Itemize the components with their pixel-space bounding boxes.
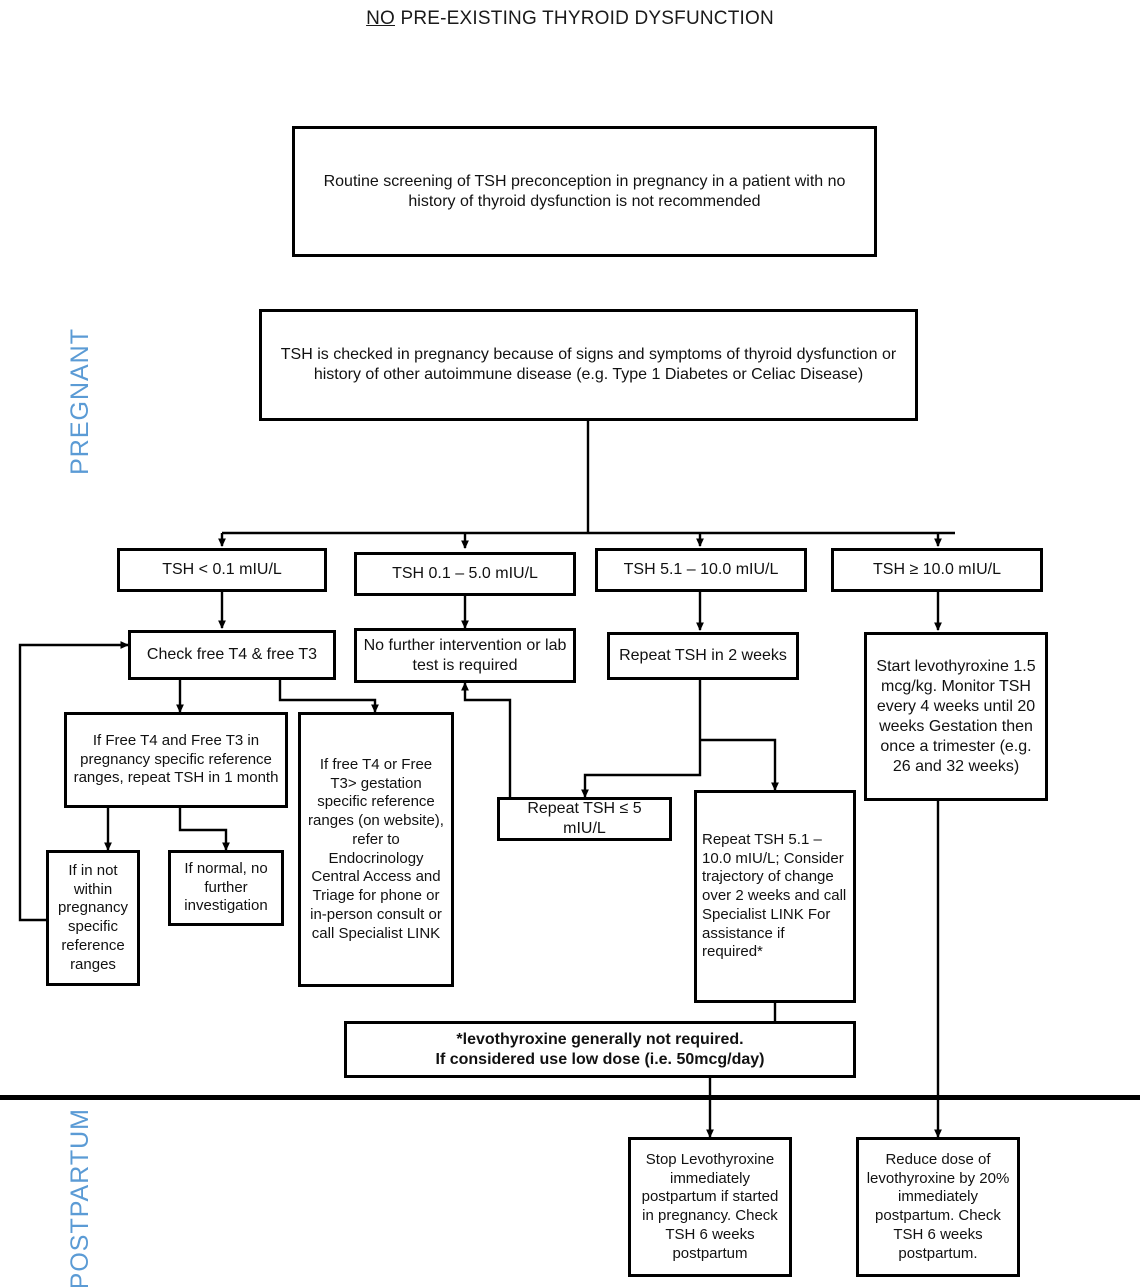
node-tsh-checked: TSH is checked in pregnancy because of s… xyxy=(259,309,918,421)
footnote-line-2: If considered use low dose (i.e. 50mcg/d… xyxy=(435,1050,765,1068)
node-range-tsh-mid: TSH 5.1 – 10.0 mIU/L xyxy=(595,548,807,592)
node-reduce-levothyroxine: Reduce dose of levothyroxine by 20% imme… xyxy=(856,1137,1020,1277)
side-label-pregnant: PREGNANT xyxy=(66,328,94,475)
page-title-underlined: NO xyxy=(366,8,395,29)
node-if-free-t4-t3-in-range: If Free T4 and Free T3 in pregnancy spec… xyxy=(64,712,288,808)
node-levothyroxine-footnote: *levothyroxine generally not required. I… xyxy=(344,1021,856,1078)
page-title: NO PRE-EXISTING THYROID DYSFUNCTION xyxy=(0,8,1140,30)
node-stop-levothyroxine: Stop Levothyroxine immediately postpartu… xyxy=(628,1137,792,1277)
node-if-normal-no-investigation: If normal, no further investigation xyxy=(168,850,284,926)
node-check-free-t4-t3: Check free T4 & free T3 xyxy=(128,630,336,680)
node-if-not-within-range: If in not within pregnancy specific refe… xyxy=(46,850,140,986)
flowchart-page: NO PRE-EXISTING THYROID DYSFUNCTION Rout… xyxy=(0,0,1140,1287)
node-routine-screening: Routine screening of TSH preconception i… xyxy=(292,126,877,257)
node-if-above-gestation-range: If free T4 or Free T3> gestation specifi… xyxy=(298,712,454,987)
node-start-levothyroxine: Start levothyroxine 1.5 mcg/kg. Monitor … xyxy=(864,632,1048,801)
side-label-postpartum: POSTPARTUM xyxy=(66,1108,94,1287)
footnote-line-1: *levothyroxine generally not required. xyxy=(456,1030,744,1048)
node-range-tsh-low: TSH < 0.1 mIU/L xyxy=(117,548,327,592)
node-no-further-intervention: No further intervention or lab test is r… xyxy=(354,628,576,683)
node-repeat-tsh-2-weeks: Repeat TSH in 2 weeks xyxy=(607,632,799,680)
node-repeat-tsh-le-5: Repeat TSH ≤ 5 mIU/L xyxy=(497,797,672,841)
node-repeat-tsh-5-to-10: Repeat TSH 5.1 – 10.0 mIU/L; Consider tr… xyxy=(694,790,856,1003)
node-range-tsh-high: TSH ≥ 10.0 mIU/L xyxy=(831,548,1043,592)
page-title-rest: PRE-EXISTING THYROID DYSFUNCTION xyxy=(395,8,774,29)
pregnant-postpartum-divider xyxy=(0,1095,1140,1100)
node-range-tsh-normal: TSH 0.1 – 5.0 mIU/L xyxy=(354,552,576,596)
